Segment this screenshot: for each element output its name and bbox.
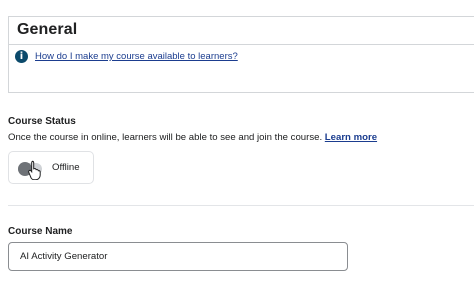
section-title-general: General bbox=[17, 21, 78, 38]
help-row: i How do I make my course available to l… bbox=[15, 50, 238, 63]
learn-more-link[interactable]: Learn more bbox=[325, 132, 377, 143]
course-status-label: Course Status bbox=[8, 116, 76, 127]
general-panel: General i How do I make my course availa… bbox=[8, 16, 474, 93]
course-name-input[interactable] bbox=[8, 242, 348, 271]
info-icon: i bbox=[15, 50, 28, 63]
section-divider bbox=[8, 205, 474, 206]
course-status-description: Once the course in online, learners will… bbox=[8, 132, 377, 143]
toggle-state-label: Offline bbox=[52, 162, 80, 173]
course-status-description-text: Once the course in online, learners will… bbox=[8, 132, 323, 143]
help-link-course-availability[interactable]: How do I make my course available to lea… bbox=[35, 51, 238, 62]
course-status-toggle-container: Offline bbox=[8, 151, 94, 184]
panel-divider bbox=[9, 44, 474, 45]
course-name-label: Course Name bbox=[8, 226, 73, 237]
hand-cursor-icon bbox=[28, 160, 41, 180]
